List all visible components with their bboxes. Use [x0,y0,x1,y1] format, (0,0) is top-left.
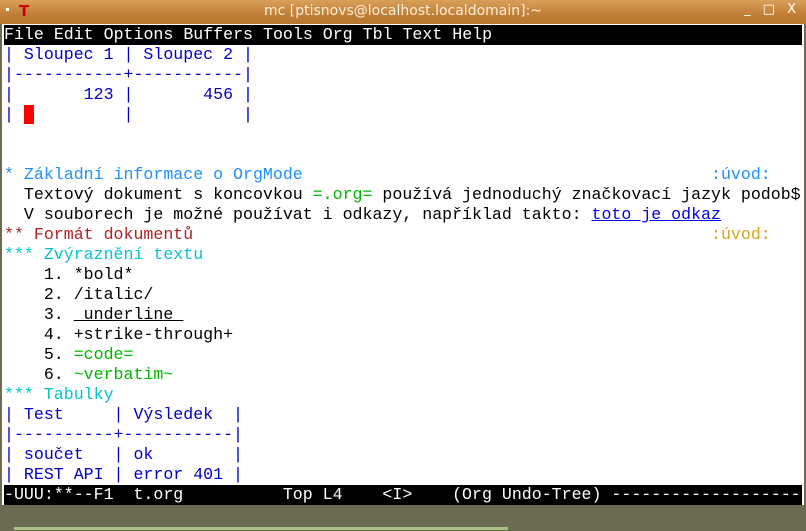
window-titlebar[interactable]: T mc [ptisnovs@localhost.localdomain]:~ … [0,0,806,24]
window-title: mc [ptisnovs@localhost.localdomain]:~ [263,3,543,19]
line-text: | REST API | error 401 | [4,465,243,484]
buffer-line[interactable]: * Základní informace o OrgMode :úvod: [4,165,771,185]
line-text: _underline_ [73,305,184,324]
buffer-line[interactable]: | 123 | 456 | [4,85,253,105]
line-text: 2. /italic/ [4,285,154,304]
line-text: |----------+-----------| [4,425,243,444]
line-text: | [4,105,24,124]
line-text: *** Zvýraznění textu [4,245,204,264]
menu-edit[interactable]: Edit [54,25,94,44]
org-tag: :úvod: [711,225,771,244]
buffer-line[interactable]: *** Tabulky [4,385,114,405]
org-link[interactable]: toto je odkaz [592,205,721,224]
buffer-line[interactable]: |----------+-----------| [4,425,243,445]
buffer-line[interactable]: |-----------+-----------| [4,65,253,85]
buffer-line[interactable]: Textový dokument s koncovkou =.org= použ… [4,185,801,205]
org-tag: :úvod: [711,165,771,184]
menu-options[interactable]: Options [104,25,174,44]
buffer-line[interactable]: 2. /italic/ [4,285,154,305]
line-text: 3. [4,305,74,324]
line-text: =.org= [312,185,373,204]
line-text: 5. [4,345,74,364]
menu-text[interactable]: Text [402,25,442,44]
line-text: |-----------+-----------| [4,65,253,84]
line-text: Textový dokument s koncovkou [4,185,313,204]
emacs-menubar: File Edit Options Buffers Tools Org Tbl … [4,25,802,45]
menu-tools[interactable]: Tools [263,25,313,44]
menu-file[interactable]: File [4,25,44,44]
line-text: | Test | Výsledek | [4,405,243,424]
line-text: | 123 | 456 | [4,85,253,104]
line-text: | | [33,105,253,124]
window-controls[interactable]: _ □ X [744,2,800,17]
buffer-line[interactable]: | | | [4,105,253,125]
menu-help[interactable]: Help [452,25,492,44]
line-text: V souborech je možné používat i odkazy, … [4,205,592,224]
buffer-line[interactable]: | Sloupec 1 | Sloupec 2 | [4,45,253,65]
buffer-line[interactable]: 5. =code= [4,345,134,365]
buffer-line[interactable]: *** Zvýraznění textu [4,245,203,265]
line-text: *** Tabulky [4,385,114,404]
text-cursor [23,105,34,124]
line-text: | součet | ok | [4,445,243,464]
line-text: =code= [73,345,134,364]
line-text: používá jednoduchý značkovací jazyk podo… [372,185,801,204]
line-text: 1. *bold* [4,265,134,284]
buffer-line[interactable]: V souborech je možné používat i odkazy, … [4,205,721,225]
buffer-line[interactable]: 6. ~verbatim~ [4,365,173,385]
buffer-line[interactable]: 3. _underline_ [4,305,183,325]
buffer-line[interactable]: | REST API | error 401 | [4,465,243,485]
buffer-line[interactable]: 1. *bold* [4,265,134,285]
menu-tbl[interactable]: Tbl [363,25,393,44]
menu-buffers[interactable]: Buffers [183,25,253,44]
menu-org[interactable]: Org [323,25,353,44]
emacs-terminal[interactable]: File Edit Options Buffers Tools Org Tbl … [2,24,804,505]
buffer-line[interactable]: 4. +strike-through+ [4,325,233,345]
buffer-line[interactable]: | Test | Výsledek | [4,405,243,425]
taskbar-strip [14,527,508,530]
buffer-line[interactable]: | součet | ok | [4,445,243,465]
line-text: * Základní informace o OrgMode [4,165,712,184]
line-text: ~verbatim~ [73,365,174,384]
buffer-line[interactable]: ** Formát dokumentů :úvod: [4,225,771,245]
line-text: ** Formát dokumentů [4,225,712,244]
mode-line: -UUU:**--F1 t.org Top L4 <I> (Org Undo-T… [4,485,802,505]
line-text: | Sloupec 1 | Sloupec 2 | [4,45,253,64]
line-text: 4. +strike-through+ [4,325,234,344]
line-text: 6. [4,365,74,384]
